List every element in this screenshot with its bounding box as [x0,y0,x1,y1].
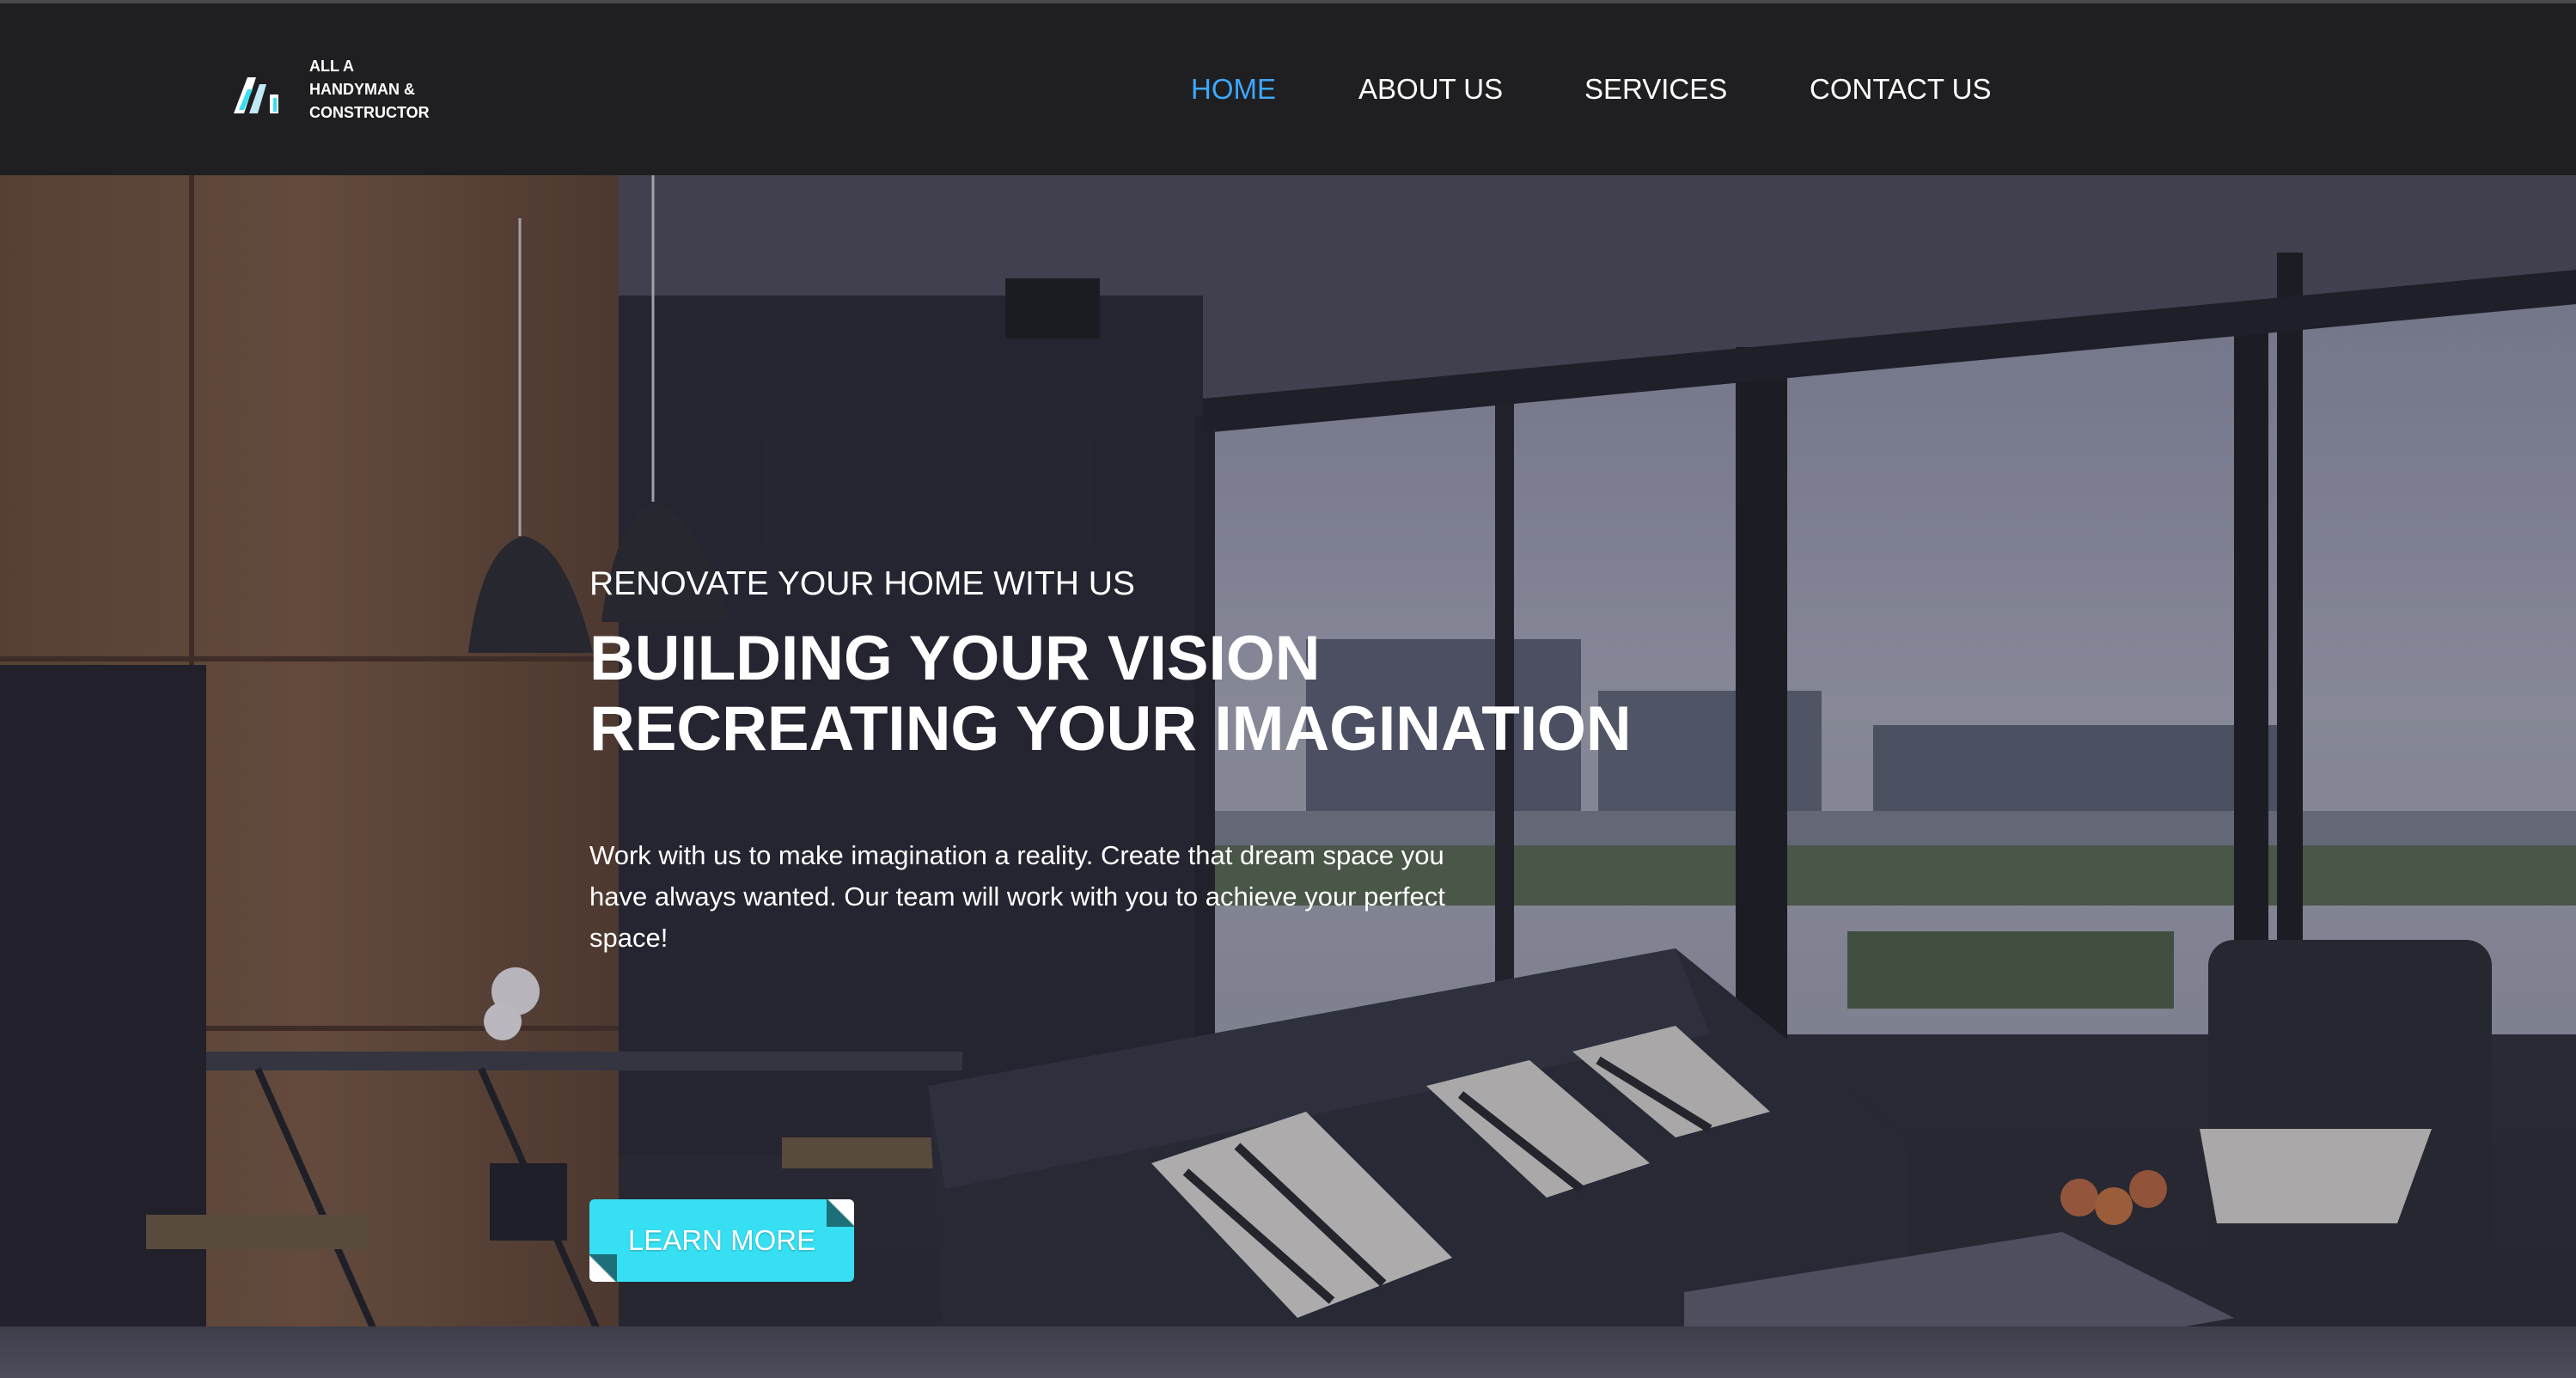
logo-mark-icon [234,77,278,113]
hero-section: RENOVATE YOUR HOME WITH US BUILDING YOUR… [0,175,2576,1378]
logo[interactable]: ALL A HANDYMAN & CONSTRUCTOR [230,55,454,127]
learn-more-label: LEARN MORE [627,1224,816,1256]
hero-description: Work with us to make imagination a reali… [589,840,1445,953]
hero-title-line: RECREATING YOUR IMAGINATION [589,694,1632,764]
nav-services[interactable]: SERVICES [1584,70,1727,108]
site-header: ALL A HANDYMAN & CONSTRUCTOR HOME ABOUT … [0,3,2576,175]
logo-line: CONSTRUCTOR [309,104,430,121]
hero-title-line: BUILDING YOUR VISION [589,624,1321,693]
learn-more-button[interactable]: LEARN MORE [589,1199,854,1282]
nav-about-us[interactable]: ABOUT US [1358,70,1503,108]
button-corner-fold [589,1254,617,1282]
hero-content: RENOVATE YOUR HOME WITH US BUILDING YOUR… [589,564,1706,1282]
hero-title: BUILDING YOUR VISION RECREATING YOUR IMA… [589,624,1706,765]
nav-contact-us[interactable]: CONTACT US [1810,70,1991,108]
nav-home[interactable]: HOME [1191,70,1276,108]
page: ALL A HANDYMAN & CONSTRUCTOR HOME ABOUT … [0,0,2576,1378]
logo-text: ALL A HANDYMAN & CONSTRUCTOR [309,55,430,125]
logo-line: ALL A [309,58,354,75]
hero-subtitle: RENOVATE YOUR HOME WITH US [589,565,1135,602]
logo-line: HANDYMAN & [309,81,415,98]
button-corner-fold [827,1199,854,1227]
